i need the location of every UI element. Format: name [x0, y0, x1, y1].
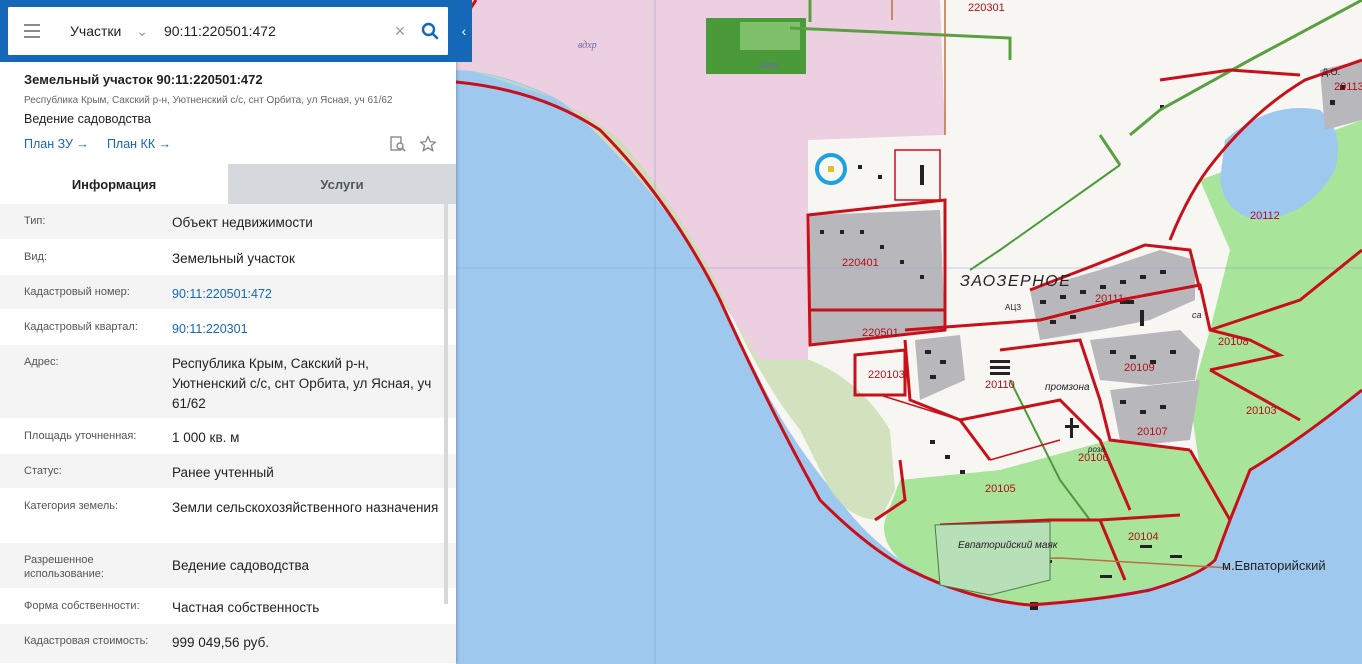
info-label: Площадь уточненная:: [24, 430, 137, 442]
parcel-header: Земельный участок 90:11:220501:472 Респу…: [0, 62, 456, 162]
document-search-icon[interactable]: [388, 134, 408, 154]
info-value: Земли сельскохозяйственного назначения: [172, 500, 439, 515]
info-list: Тип: Объект недвижимости Вид: Земельный …: [0, 204, 456, 664]
info-label: Разрешенное использование:: [24, 554, 104, 580]
info-panel: Участки ⌄ × Земельный участок 90:11:2205…: [0, 0, 456, 664]
map-label-220103: 220103: [868, 369, 905, 381]
parcel-use: Ведение садоводства: [24, 112, 151, 126]
parcel-links: План ЗУ → План КК →: [24, 134, 437, 154]
info-row-address: Адрес: Республика Крым, Сакский р-н, Уют…: [0, 345, 456, 419]
selected-parcel[interactable]: [828, 166, 834, 172]
map-label-town: ЗАОЗЕРНОЕ: [960, 273, 1071, 290]
header-actions: [388, 134, 438, 154]
parcel-address: Республика Крым, Сакский р-н, Уютненский…: [24, 95, 393, 106]
chevron-left-icon: ‹: [461, 23, 467, 39]
map-label-industrial: промзона: [1045, 382, 1090, 393]
info-row-kind: Вид: Земельный участок: [0, 240, 456, 275]
map-label-reservoir-2: вдхр: [760, 60, 779, 71]
info-row-land-category: Категория земель: Земли сельскохозяйстве…: [0, 489, 456, 543]
menu-icon-line: [24, 36, 40, 38]
cadastral-quarter-link[interactable]: 90:11:220301: [172, 310, 444, 344]
collapse-panel-button[interactable]: ‹: [456, 0, 472, 62]
map-label-roza: роза: [1087, 445, 1105, 454]
map-label-20110: 20110: [985, 379, 1015, 391]
info-value: Ранее учтенный: [172, 465, 274, 480]
tab-services[interactable]: Услуги: [228, 164, 456, 204]
tab-info[interactable]: Информация: [0, 164, 228, 204]
info-value: Объект недвижимости: [172, 215, 313, 230]
map-label-220401: 220401: [842, 257, 879, 269]
map-label-20104: 20104: [1128, 531, 1159, 543]
search-input[interactable]: [156, 7, 388, 55]
info-label: Кадастровый квартал:: [24, 321, 138, 333]
map-label-20105: 20105: [985, 483, 1016, 495]
info-label: Кадастровая стоимость:: [24, 635, 149, 647]
search-bar: Участки ⌄ ×: [0, 0, 456, 62]
search-icon: [421, 22, 439, 40]
info-label: Тип:: [24, 215, 46, 227]
map-label-20111: 20111: [1095, 293, 1124, 305]
lighthouse-area: [934, 521, 1051, 596]
plan-zu-link[interactable]: План ЗУ →: [24, 137, 89, 151]
parcel-title: Земельный участок 90:11:220501:472: [24, 72, 263, 87]
map-label-20103: 20103: [1246, 405, 1277, 417]
map-label-cape: м.Евпаторийский: [1222, 558, 1326, 573]
map-label-220301: 220301: [968, 2, 1005, 14]
info-row-ownership: Форма собственности: Частная собственнос…: [0, 589, 456, 624]
info-value: 1 000 кв. м: [172, 430, 240, 445]
info-label: Категория земель:: [24, 500, 119, 512]
layer-select-value: Участки: [70, 23, 122, 39]
info-row-cadastral-value: Кадастровая стоимость: 999 049,56 руб.: [0, 624, 456, 664]
map-label-do: Д.О.: [1322, 67, 1340, 77]
search-box: Участки ⌄ ×: [8, 7, 448, 55]
map-label-20107: 20107: [1137, 426, 1168, 438]
map-label-20108: 20108: [1218, 336, 1249, 348]
star-icon[interactable]: [418, 134, 438, 154]
layer-select[interactable]: Участки ⌄: [56, 7, 156, 55]
info-value: Частная собственность: [172, 600, 320, 615]
map-label-lighthouse: Евпаторийский маяк: [958, 540, 1059, 551]
info-value: Земельный участок: [172, 251, 295, 266]
info-label: Статус:: [24, 465, 62, 477]
clear-icon[interactable]: ×: [388, 21, 412, 42]
menu-button[interactable]: [8, 7, 56, 55]
info-row-cadastral-number: Кадастровый номер: 90:11:220501:472: [0, 275, 456, 310]
info-row-status: Статус: Ранее учтенный: [0, 454, 456, 489]
info-value: Республика Крым, Сакский р-н, Уютненский…: [172, 356, 432, 411]
scrollbar[interactable]: [444, 204, 448, 604]
info-row-permitted-use: Разрешенное использование: Ведение садов…: [0, 543, 456, 589]
cadastral-number-link[interactable]: 90:11:220501:472: [172, 275, 444, 309]
info-row-area: Площадь уточненная: 1 000 кв. м: [0, 419, 456, 454]
info-label: Форма собственности:: [24, 600, 140, 612]
map-label-ats: АЦЗ: [1005, 303, 1021, 312]
menu-icon: [24, 24, 40, 26]
search-button[interactable]: [412, 7, 448, 55]
chevron-down-icon: ⌄: [136, 22, 148, 39]
info-label: Адрес:: [24, 356, 59, 368]
map-label-20112: 20112: [1250, 210, 1280, 222]
map-label-reservoir-1: вдхр: [578, 40, 597, 51]
info-value: Ведение садоводства: [172, 558, 310, 573]
tabs: Информация Услуги: [0, 164, 456, 204]
info-row-cadastral-quarter: Кадастровый квартал: 90:11:220301: [0, 310, 456, 345]
map-label-220501: 220501: [862, 327, 899, 339]
menu-icon-line: [24, 30, 40, 32]
reservoir-inner: [740, 22, 800, 50]
info-row-type: Тип: Объект недвижимости: [0, 204, 456, 240]
info-value: 999 049,56 руб.: [172, 635, 270, 650]
info-label: Вид:: [24, 251, 47, 263]
plan-kk-link[interactable]: План КК →: [107, 137, 171, 151]
map-label-20109: 20109: [1124, 362, 1155, 374]
map-label-sa: са: [1192, 310, 1202, 320]
map-label-20113: 20113: [1334, 81, 1362, 93]
info-label: Кадастровый номер:: [24, 286, 130, 298]
